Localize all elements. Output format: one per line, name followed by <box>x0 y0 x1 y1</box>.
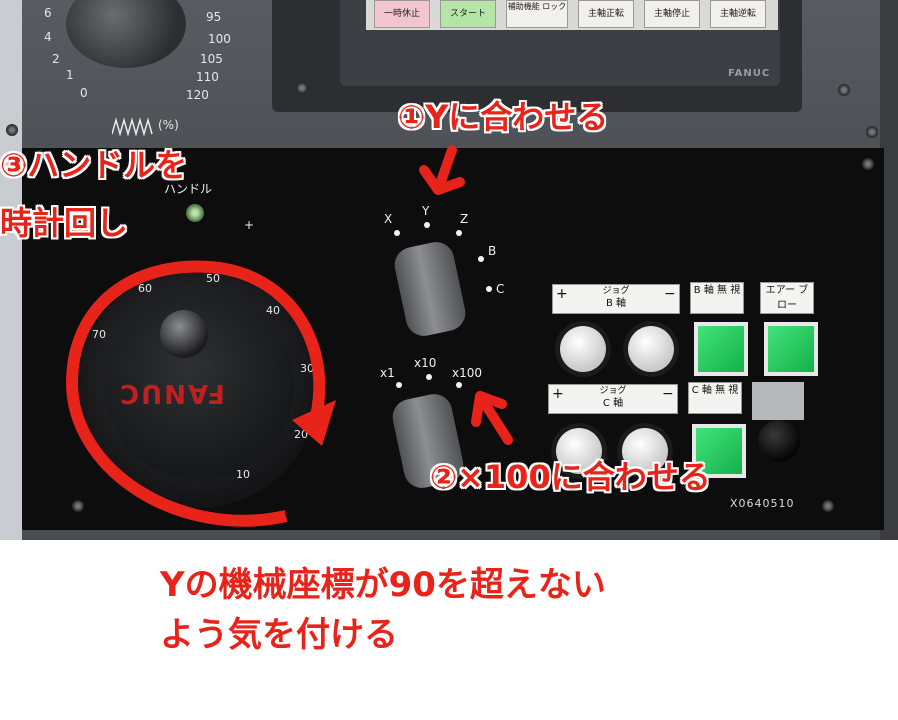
step3-annotation-line2: 時計回し <box>0 204 129 242</box>
step2-annotation: ②×100に合わせる <box>430 458 711 496</box>
clockwise-arrow-icon <box>65 260 326 527</box>
machine-photo: 一時休止 スタート 補助機能 ロック 主軸正転 主軸停止 主軸逆転 FANUC … <box>0 0 898 540</box>
caution-note-line1: Yの機械座標が90を超えない <box>160 565 606 605</box>
arrow-to-y-icon <box>419 145 465 195</box>
caution-note-line2: よう気を付ける <box>160 615 398 655</box>
step3-annotation-line1: ③ハンドルを <box>0 146 188 184</box>
caution-note: Yの機械座標が90を超えない よう気を付ける <box>160 560 606 660</box>
step1-annotation: ①Yに合わせる <box>398 98 609 136</box>
arrow-to-x100-icon <box>471 391 513 445</box>
